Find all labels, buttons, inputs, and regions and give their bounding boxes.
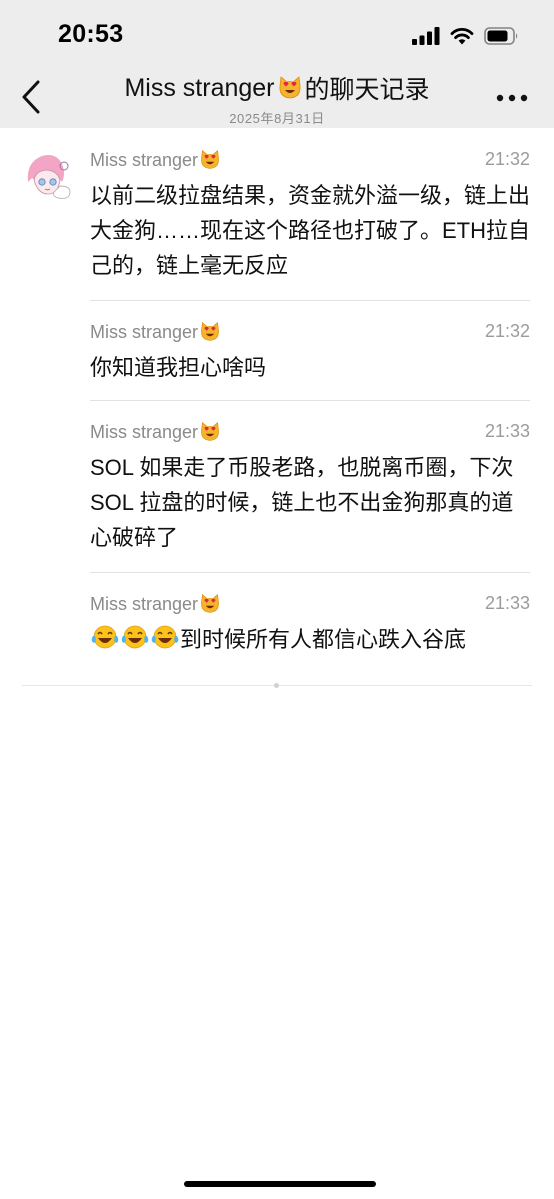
wifi-icon [450,28,474,45]
nav-title: Miss stranger 的聊天记录 [124,70,429,106]
heart-eyes-cat-icon [201,594,219,613]
message-time: 21:33 [484,421,530,441]
message-item[interactable]: Miss stranger 21:32 以前二级拉盘结果，资金就外溢一级，链上出… [90,149,530,283]
status-icons [412,24,520,48]
heart-eyes-cat-icon [201,322,219,341]
message-time: 21:33 [484,593,530,613]
tears-of-joy-icon [91,625,119,649]
sender-name: Miss stranger [90,421,199,442]
status-time: 20:53 [58,20,124,48]
message-text: 你知道我担心啥吗 [90,355,267,380]
message-sender: Miss stranger [90,593,221,615]
message-text-with-emoji: 到时候所有人都信心跌入谷底 [90,622,530,657]
message-text: 到时候所有人都信心跌入谷底 [180,627,467,652]
message-item[interactable]: Miss stranger 21:33 SOL 如果走了币股老路，也脱离币圈，下… [90,421,530,555]
battery-icon [484,27,518,45]
avatar[interactable] [24,152,74,202]
message-divider [90,572,530,573]
message-sender: Miss stranger [90,421,221,443]
heart-eyes-cat-icon [201,422,219,441]
nav-title-block: Miss stranger 的聊天记录 2025年8月31日 [80,70,474,127]
signal-icon [412,27,440,45]
message-sender: Miss stranger [90,321,221,343]
message-divider [90,300,530,301]
nav-title-name: Miss stranger [124,73,275,102]
message-item[interactable]: Miss stranger 21:32 你知道我担心啥吗 [90,321,530,385]
tears-of-joy-icon [121,625,149,649]
message-time: 21:32 [484,149,530,169]
tears-of-joy-icon [151,625,179,649]
sender-name: Miss stranger [90,149,199,170]
nav-title-suffix: 的聊天记录 [304,76,430,104]
heart-eyes-cat-icon [279,76,300,99]
sender-name: Miss stranger [90,593,199,614]
message-item[interactable]: Miss stranger 21:33 到时候所有人都信心跌入谷底 [90,593,530,657]
sender-name: Miss stranger [90,321,199,342]
home-indicator[interactable] [184,1181,376,1187]
more-icon[interactable] [496,94,528,102]
avatar-image [24,152,74,202]
message-sender: Miss stranger [90,149,221,171]
message-text: 以前二级拉盘结果，资金就外溢一级，链上出大金狗……现在这个路径也打破了。ETH拉… [90,183,531,278]
message-time: 21:32 [484,321,530,341]
top-bar: 20:53 Miss stranger 的聊天记录 2025年8月31日 [0,0,554,128]
nav-subtitle: 2025年8月31日 [229,111,325,126]
back-icon[interactable] [18,78,48,116]
message-divider [90,400,530,401]
heart-eyes-cat-icon [201,150,219,169]
end-dot [274,683,279,688]
message-text: SOL 如果走了币股老路，也脱离币圈，下次 SOL 拉盘的时候，链上也不出金狗那… [90,455,514,550]
